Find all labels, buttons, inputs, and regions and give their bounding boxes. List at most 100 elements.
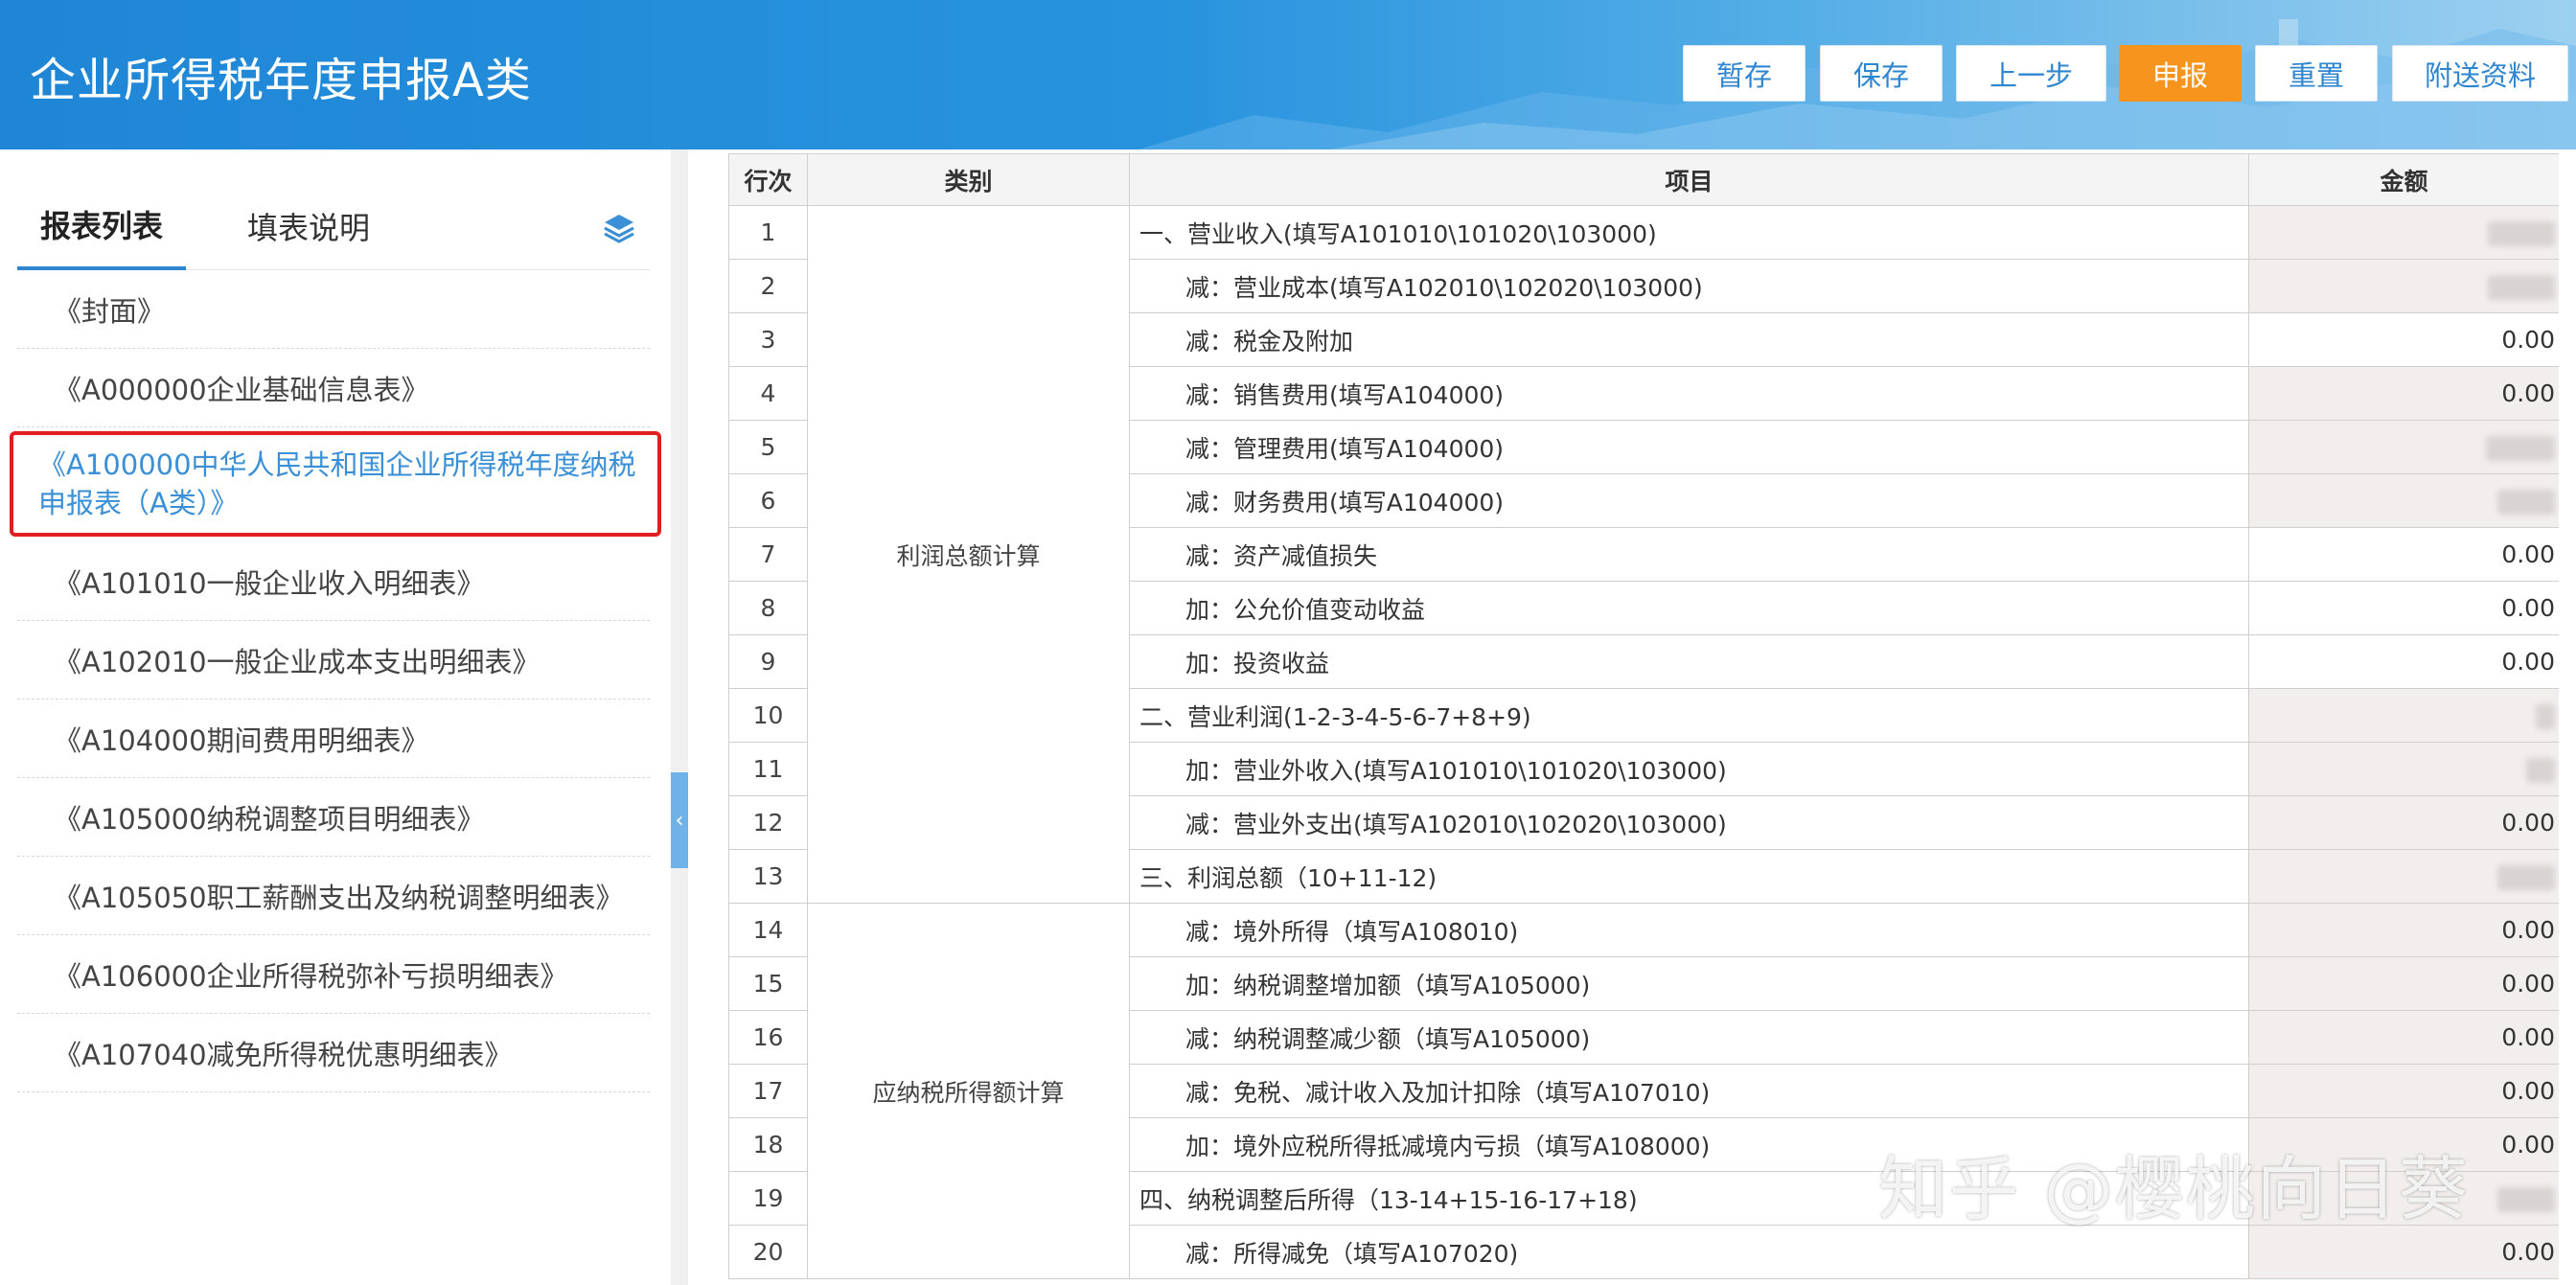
table-row: 14 应纳税所得额计算 减：境外所得（填写A108010) 0.00 (728, 903, 2559, 1279)
row-item-label: 加：营业外收入(填写A101010\101020\103000) (1129, 742, 2249, 796)
row-item-label: 减：财务费用(填写A104000) (1129, 473, 2249, 528)
row-amount-field[interactable]: 0.00 (2248, 527, 2559, 582)
sidebar-divider (671, 149, 688, 1285)
row-amount-field[interactable]: 0.00 (2248, 366, 2559, 421)
row-number: 20 (728, 1225, 808, 1279)
sidebar-item-a105000[interactable]: 《A105000纳税调整项目明细表》 (17, 778, 650, 857)
row-number: 5 (728, 420, 808, 474)
sidebar-item-a000000[interactable]: 《A000000企业基础信息表》 (17, 349, 650, 427)
row-number: 15 (728, 956, 808, 1011)
row-item-label: 减：纳税调整减少额（填写A105000) (1129, 1010, 2249, 1065)
redacted-amount (2488, 275, 2555, 300)
tab-filling-instructions[interactable]: 填表说明 (247, 182, 370, 270)
save-button[interactable]: 保存 (1820, 45, 1943, 102)
row-item-label: 加：纳税调整增加额（填写A105000) (1129, 956, 2249, 1011)
row-item-label: 一、营业收入(填写A101010\101020\103000) (1129, 205, 2249, 260)
row-amount-field[interactable]: 0.00 (2248, 1064, 2559, 1118)
row-number: 7 (728, 527, 808, 582)
page-title: 企业所得税年度申报A类 (30, 54, 532, 107)
table-body: 1 利润总额计算 一、营业收入(填写A101010\101020\103000) 2 减… (728, 205, 2559, 1279)
save-draft-button[interactable]: 暂存 (1683, 45, 1806, 102)
tax-return-table-container: 行次 类别 项目 金额 1 利润总额计算 一、营业收入(填写A101010\1010… (728, 153, 2559, 1285)
row-number: 18 (728, 1117, 808, 1172)
redacted-amount (2488, 221, 2555, 246)
header-category: 类别 (807, 153, 1130, 206)
row-item-label: 二、营业利润(1-2-3-4-5-6-7+8+9) (1129, 688, 2249, 743)
header-item: 项目 (1129, 153, 2249, 206)
row-amount-field[interactable] (2248, 259, 2559, 313)
row-number: 14 (728, 903, 808, 957)
row-amount-field[interactable] (2248, 742, 2559, 796)
row-amount-field[interactable]: 0.00 (2248, 903, 2559, 957)
tab-report-list[interactable]: 报表列表 (17, 182, 186, 270)
row-amount-field[interactable]: 0.00 (2248, 634, 2559, 689)
row-number: 6 (728, 473, 808, 528)
row-item-label: 减：税金及附加 (1129, 312, 2249, 367)
row-amount-field[interactable]: 0.00 (2248, 795, 2559, 850)
row-item-label: 加：投资收益 (1129, 634, 2249, 689)
sidebar-item-a105050[interactable]: 《A105050职工薪酬支出及纳税调整明细表》 (17, 857, 650, 935)
row-amount-field[interactable] (2248, 473, 2559, 528)
row-item-label: 减：境外所得（填写A108010) (1129, 903, 2249, 957)
row-item-label: 减：管理费用(填写A104000) (1129, 420, 2249, 474)
layers-icon[interactable] (602, 211, 636, 245)
row-number: 4 (728, 366, 808, 421)
row-item-label: 三、利润总额（10+11-12) (1129, 849, 2249, 904)
row-number: 19 (728, 1171, 808, 1226)
app-header: 企业所得税年度申报A类 暂存 保存 上一步 申报 重置 附送资料 (0, 0, 2576, 149)
attachments-button[interactable]: 附送资料 (2392, 45, 2568, 102)
row-item-label: 减：免税、减计收入及加计扣除（填写A107010) (1129, 1064, 2249, 1118)
row-number: 17 (728, 1064, 808, 1118)
row-item-label: 减：营业成本(填写A102010\102020\103000) (1129, 259, 2249, 313)
sidebar-tabs: 报表列表 填表说明 (17, 182, 650, 270)
category-taxable-income-calculation: 应纳税所得额计算 (807, 903, 1130, 1279)
header-row-number: 行次 (728, 153, 808, 206)
table-header-row: 行次 类别 项目 金额 (728, 153, 2559, 206)
row-number: 12 (728, 795, 808, 850)
previous-step-button[interactable]: 上一步 (1956, 45, 2106, 102)
watermark: 知乎 @樱桃向日葵 (1878, 1149, 2470, 1229)
redacted-amount (2536, 704, 2555, 729)
redacted-amount (2526, 758, 2555, 783)
row-amount-field[interactable]: 0.00 (2248, 312, 2559, 367)
row-number: 10 (728, 688, 808, 743)
table-row: 1 利润总额计算 一、营业收入(填写A101010\101020\103000) (728, 205, 2559, 904)
row-amount-field[interactable] (2248, 420, 2559, 474)
sidebar-item-a100000[interactable]: 《A100000中华人民共和国企业所得税年度纳税申报表（A类）》 (10, 431, 661, 537)
report-sidebar: 报表列表 填表说明 《封面》 《A000000企业基础信息表》 《A100000… (0, 149, 671, 1285)
report-list: 《封面》 《A000000企业基础信息表》 《A100000中华人民共和国企业所… (10, 270, 661, 1092)
row-amount-field[interactable]: 0.00 (2248, 956, 2559, 1011)
reset-button[interactable]: 重置 (2255, 45, 2378, 102)
sidebar-item-cover[interactable]: 《封面》 (17, 270, 650, 349)
category-profit-calculation: 利润总额计算 (807, 205, 1130, 904)
sidebar-item-a104000[interactable]: 《A104000期间费用明细表》 (17, 700, 650, 778)
row-number: 3 (728, 312, 808, 367)
tax-return-table: 行次 类别 项目 金额 1 利润总额计算 一、营业收入(填写A101010\1010… (728, 153, 2559, 1279)
row-amount-field[interactable] (2248, 688, 2559, 743)
row-amount-field[interactable] (2248, 849, 2559, 904)
row-item-label: 加：公允价值变动收益 (1129, 581, 2249, 635)
row-item-label: 减：销售费用(填写A104000) (1129, 366, 2249, 421)
redacted-amount (2497, 490, 2555, 515)
row-number: 2 (728, 259, 808, 313)
row-item-label: 减：营业外支出(填写A102010\102020\103000) (1129, 795, 2249, 850)
row-amount-field[interactable]: 0.00 (2248, 1010, 2559, 1065)
sidebar-item-a101010[interactable]: 《A101010一般企业收入明细表》 (17, 542, 650, 621)
row-number: 16 (728, 1010, 808, 1065)
sidebar-item-a107040[interactable]: 《A107040减免所得税优惠明细表》 (17, 1014, 650, 1092)
chevron-left-icon: ‹ (675, 808, 684, 833)
header-amount: 金额 (2248, 153, 2559, 206)
collapse-sidebar-button[interactable]: ‹ (671, 772, 688, 868)
row-number: 13 (728, 849, 808, 904)
row-amount-field[interactable] (2248, 205, 2559, 260)
row-number: 9 (728, 634, 808, 689)
sidebar-item-a102010[interactable]: 《A102010一般企业成本支出明细表》 (17, 621, 650, 700)
row-number: 8 (728, 581, 808, 635)
sidebar-item-a106000[interactable]: 《A106000企业所得税弥补亏损明细表》 (17, 935, 650, 1014)
row-number: 1 (728, 205, 808, 260)
row-number: 11 (728, 742, 808, 796)
redacted-amount (2497, 1187, 2555, 1212)
redacted-amount (2497, 865, 2555, 890)
row-amount-field[interactable]: 0.00 (2248, 581, 2559, 635)
submit-button[interactable]: 申报 (2119, 45, 2242, 102)
